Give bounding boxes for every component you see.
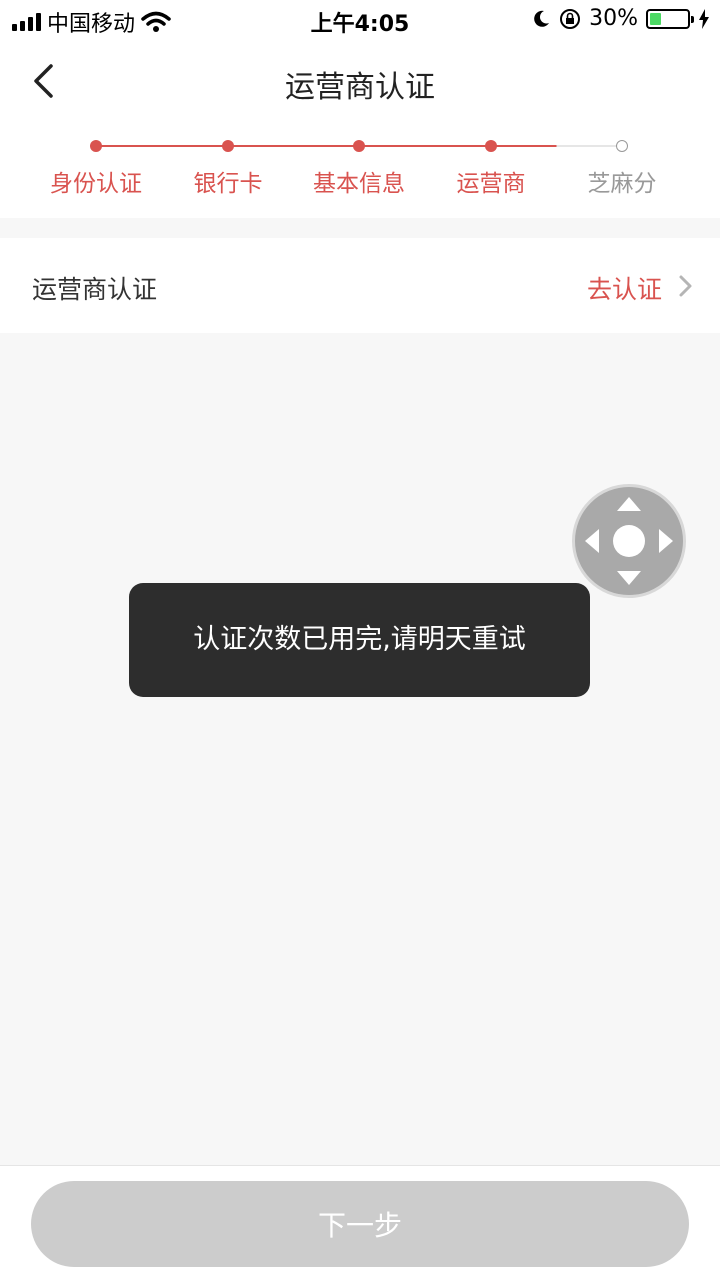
step-label: 基本信息 [313, 171, 405, 197]
step-connector [228, 145, 359, 147]
step-label: 银行卡 [193, 171, 263, 197]
carrier-auth-label: 运营商认证 [32, 275, 158, 304]
status-bar: 中国移动 上午4:05 30% [0, 0, 720, 40]
carrier-auth-row[interactable]: 运营商认证 去认证 [0, 238, 720, 333]
step-connector [96, 145, 228, 147]
step-connector [491, 145, 622, 147]
directional-pad-icon [585, 497, 673, 585]
step-label: 运营商 [456, 171, 526, 197]
next-step-button[interactable]: 下一步 [31, 1181, 689, 1267]
moon-icon [534, 10, 550, 27]
progress-steps: 身份认证 银行卡 基本信息 运营商 芝麻分 [0, 122, 720, 218]
floating-joystick-button[interactable] [572, 484, 686, 598]
page-title: 运营商认证 [285, 70, 435, 105]
bottom-bar: 下一步 [0, 1165, 720, 1280]
chevron-right-icon [679, 275, 692, 297]
go-verify-link[interactable]: 去认证 [587, 270, 662, 306]
step-dot [616, 140, 628, 152]
toast-message: 认证次数已用完,请明天重试 [129, 583, 590, 697]
step-dot [222, 140, 234, 152]
battery-icon [646, 8, 694, 29]
step-dot [90, 140, 102, 152]
charging-icon [699, 8, 709, 29]
step-label: 芝麻分 [587, 171, 657, 197]
step-dot [353, 140, 365, 152]
orientation-lock-icon [560, 8, 581, 29]
step-dot [485, 140, 497, 152]
step-label: 身份认证 [50, 171, 142, 197]
step-connector [359, 145, 491, 147]
nav-bar: 运营商认证 [0, 40, 720, 122]
battery-percent: 30% [589, 6, 638, 31]
